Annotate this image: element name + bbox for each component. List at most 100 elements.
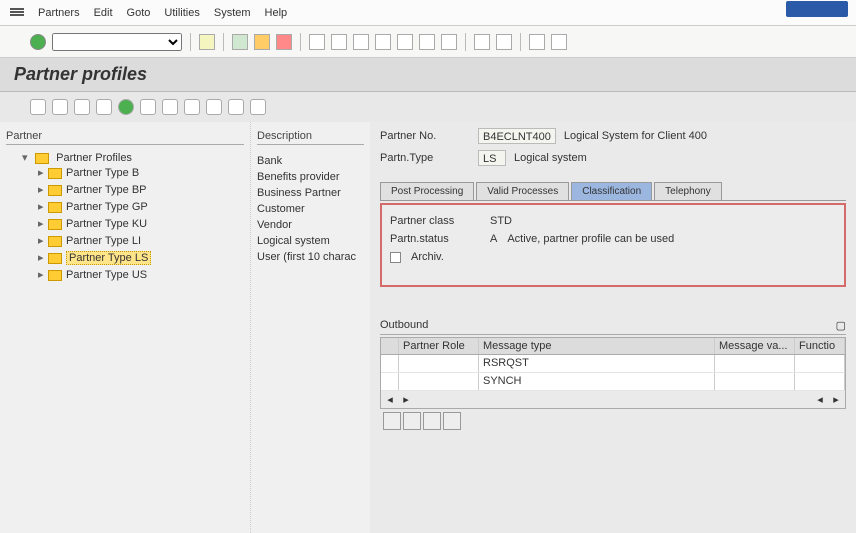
expand-icon[interactable]: ▸ (38, 166, 48, 179)
grid-row[interactable]: RSRQST (381, 355, 845, 373)
print-icon[interactable] (309, 34, 325, 50)
scroll-left2-icon[interactable]: ◂ (813, 393, 827, 406)
grid-msg-header[interactable]: Message type (479, 338, 715, 354)
help-icon[interactable] (529, 34, 545, 50)
copy-row-icon[interactable] (423, 412, 441, 430)
tree-item[interactable]: ▸Partner Type B (38, 164, 244, 181)
delete-icon[interactable] (140, 99, 156, 115)
last-page-icon[interactable] (441, 34, 457, 50)
desc-row: User (first 10 charac (257, 249, 364, 265)
first-page-icon[interactable] (375, 34, 391, 50)
partner-no-value[interactable]: B4ECLNT400 (478, 128, 556, 144)
tree-item-selected[interactable]: ▸ Partner Type LS (38, 249, 244, 266)
save-icon[interactable] (199, 34, 215, 50)
tree-item[interactable]: ▸Partner Type LI (38, 232, 244, 249)
partn-status-text: Active, partner profile can be used (507, 233, 674, 245)
delete-row-icon[interactable] (403, 412, 421, 430)
new-session-icon[interactable] (474, 34, 490, 50)
menu-system[interactable]: System (214, 7, 251, 19)
detail-icon[interactable] (250, 99, 266, 115)
tab-post-processing[interactable]: Post Processing (380, 182, 474, 200)
expand-icon[interactable]: ▢ (836, 319, 846, 332)
tree-item[interactable]: ▸Partner Type GP (38, 198, 244, 215)
partner-class-value: STD (490, 215, 512, 227)
command-field[interactable] (52, 33, 182, 51)
grid-scroll: ◂ ▸ ◂ ▸ (381, 391, 845, 408)
tree-item-label: Partner Type LS (66, 251, 151, 265)
next-page-icon[interactable] (419, 34, 435, 50)
grid-select-header (381, 338, 399, 354)
tabs: Post Processing Valid Processes Classifi… (380, 182, 846, 201)
partner-no-desc: Logical System for Client 400 (564, 130, 707, 142)
expand-icon[interactable]: ▸ (38, 234, 48, 247)
grid-role-header[interactable]: Partner Role (399, 338, 479, 354)
tree-header: Partner (6, 128, 244, 145)
page-title: Partner profiles (0, 58, 856, 92)
expand-icon[interactable]: ▸ (38, 217, 48, 230)
back-icon[interactable] (232, 34, 248, 50)
app-toolbar (0, 92, 856, 122)
grid-func-header[interactable]: Functio (795, 338, 845, 354)
partner-class-label: Partner class (390, 215, 480, 227)
tree-item[interactable]: ▸ Partner Type KU (38, 215, 244, 232)
find-icon[interactable] (331, 34, 347, 50)
exit-icon[interactable] (254, 34, 270, 50)
menu-edit[interactable]: Edit (94, 7, 113, 19)
create-icon[interactable] (30, 99, 46, 115)
edit-icon[interactable] (52, 99, 68, 115)
check-icon[interactable] (162, 99, 178, 115)
archiv-checkbox[interactable] (390, 252, 401, 263)
folder-icon (48, 202, 62, 213)
tab-telephony[interactable]: Telephony (654, 182, 722, 200)
outbound-grid: Partner Role Message type Message va... … (380, 337, 846, 409)
filter-icon[interactable] (184, 99, 200, 115)
sort-icon[interactable] (206, 99, 222, 115)
partn-type-label: Partn.Type (380, 152, 470, 164)
tree-item[interactable]: ▸ Partner Type US (38, 266, 244, 283)
expand-icon[interactable]: ▸ (38, 251, 48, 264)
desc-row: Vendor (257, 217, 364, 233)
partn-type-value[interactable]: LS (478, 150, 506, 166)
partn-status-code: A (490, 233, 497, 245)
tree-item[interactable]: ▸Partner Type BP (38, 181, 244, 198)
find-next-icon[interactable] (353, 34, 369, 50)
window-controls[interactable] (786, 1, 848, 17)
menu-partners[interactable]: Partners (38, 7, 80, 19)
shortcut-icon[interactable] (496, 34, 512, 50)
display-icon[interactable] (74, 99, 90, 115)
tab-classification[interactable]: Classification (571, 182, 652, 200)
expand-icon[interactable]: ▸ (38, 200, 48, 213)
scroll-left-icon[interactable]: ◂ (383, 393, 397, 406)
add-row-icon[interactable] (383, 412, 401, 430)
outbound-title: Outbound (380, 319, 428, 332)
tree-item-label: Partner Type US (66, 269, 147, 281)
copy-icon[interactable] (96, 99, 112, 115)
tree-root[interactable]: ▾ Partner Profiles ▸Partner Type B ▸Part… (22, 149, 244, 285)
menu-utilities[interactable]: Utilities (164, 7, 199, 19)
desc-row: Bank (257, 153, 364, 169)
refresh-icon[interactable] (118, 99, 134, 115)
cancel-icon[interactable] (276, 34, 292, 50)
tree-pane: Partner ▾ Partner Profiles ▸Partner Type… (0, 122, 250, 533)
collapse-icon[interactable]: ▾ (22, 151, 32, 164)
expand-icon[interactable]: ▸ (38, 268, 48, 281)
grid-row[interactable]: SYNCH (381, 373, 845, 391)
expand-icon[interactable]: ▸ (38, 183, 48, 196)
tab-valid-processes[interactable]: Valid Processes (476, 182, 569, 200)
layout-icon[interactable] (551, 34, 567, 50)
folder-icon (48, 219, 62, 230)
folder-icon (48, 185, 62, 196)
export-icon[interactable] (228, 99, 244, 115)
detail-row-icon[interactable] (443, 412, 461, 430)
grid-var-header[interactable]: Message va... (715, 338, 795, 354)
prev-page-icon[interactable] (397, 34, 413, 50)
grid-cell-msg: RSRQST (479, 355, 715, 372)
tree-item-label: Partner Type KU (66, 218, 147, 230)
menu-goto[interactable]: Goto (127, 7, 151, 19)
ok-icon[interactable] (30, 34, 46, 50)
tree-root-label: Partner Profiles (56, 152, 132, 164)
scroll-right2-icon[interactable]: ▸ (829, 393, 843, 406)
scroll-right-icon[interactable]: ▸ (399, 393, 413, 406)
menu-help[interactable]: Help (265, 7, 288, 19)
menu-icon[interactable] (10, 7, 24, 19)
